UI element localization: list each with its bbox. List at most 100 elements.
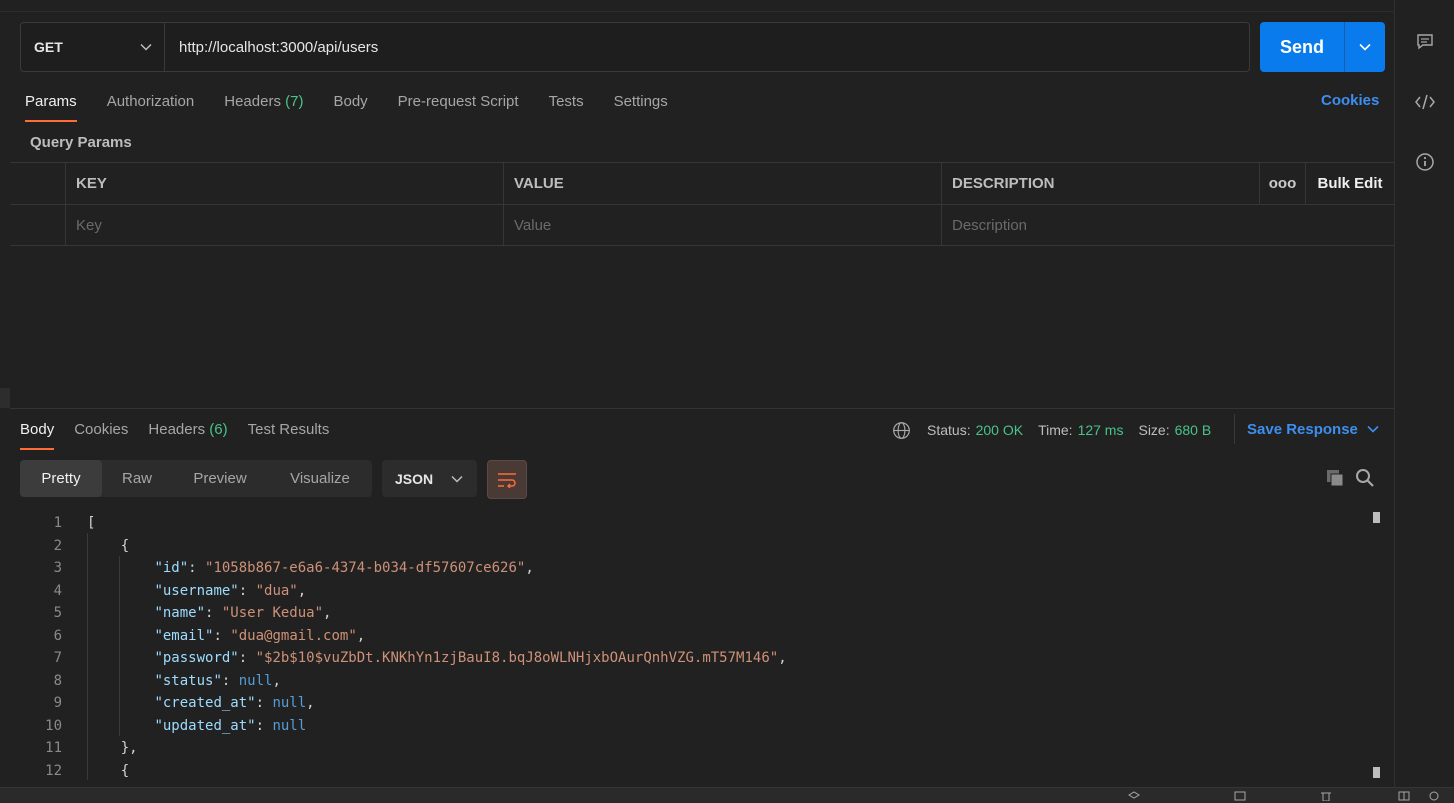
response-meta: Status: 200 OK Time: 127 ms Size: 680 B bbox=[892, 420, 1226, 440]
json-punctuation: { bbox=[120, 762, 130, 779]
wrap-lines-icon bbox=[498, 472, 516, 488]
tab-body[interactable]: Body bbox=[333, 92, 367, 122]
save-response-label: Save Response bbox=[1247, 420, 1358, 438]
params-header-row: KEY VALUE DESCRIPTION ooo Bulk Edit bbox=[10, 162, 1394, 204]
json-string: "User Kedua" bbox=[221, 605, 324, 621]
json-punctuation: , bbox=[272, 672, 281, 689]
footer-runner-icon[interactable] bbox=[1234, 790, 1252, 802]
line-number: 1 bbox=[53, 515, 62, 531]
tab-headers[interactable]: Headers (7) bbox=[224, 92, 303, 122]
code-text: "username": "dua", bbox=[62, 580, 306, 603]
scrollbar-thumb-bottom[interactable] bbox=[1373, 767, 1380, 778]
url-input[interactable] bbox=[165, 23, 1249, 71]
indent-guide bbox=[119, 556, 120, 736]
pane-resize-handle[interactable] bbox=[0, 388, 10, 408]
code-line: 9 "created_at": null, bbox=[30, 692, 1370, 715]
save-response-button[interactable]: Save Response bbox=[1234, 414, 1379, 444]
size-label: Size: bbox=[1138, 422, 1170, 438]
response-body-editor[interactable]: 1[2 {3 "id": "1058b867-e6a6-4374-b034-df… bbox=[30, 512, 1370, 782]
word-wrap-button[interactable] bbox=[487, 460, 527, 499]
cookies-link[interactable]: Cookies bbox=[1321, 92, 1379, 109]
response-tab-test-results[interactable]: Test Results bbox=[248, 420, 330, 450]
method-select[interactable]: GET bbox=[21, 23, 165, 71]
format-select[interactable]: JSON bbox=[382, 460, 477, 497]
json-key: "updated_at" bbox=[154, 717, 256, 734]
response-tab-cookies[interactable]: Cookies bbox=[74, 420, 128, 450]
json-punctuation: : bbox=[255, 717, 273, 734]
code-text: "id": "1058b867-e6a6-4374-b034-df57607ce… bbox=[62, 557, 534, 580]
code-line: 5 "name": "User Kedua", bbox=[30, 602, 1370, 625]
view-pretty[interactable]: Pretty bbox=[20, 460, 102, 497]
request-tabs: Params Authorization Headers (7) Body Pr… bbox=[25, 92, 698, 122]
response-tab-body[interactable]: Body bbox=[20, 420, 55, 450]
line-number: 3 bbox=[53, 560, 62, 576]
more-options-button[interactable]: ooo bbox=[1260, 163, 1306, 204]
line-number: 5 bbox=[53, 605, 62, 621]
footer-help-icon[interactable] bbox=[1428, 790, 1446, 802]
json-punctuation: : bbox=[255, 695, 273, 711]
headers-count: (7) bbox=[285, 93, 304, 110]
time-value: 127 ms bbox=[1077, 422, 1124, 438]
line-number: 9 bbox=[53, 695, 62, 711]
code-line: 10 "updated_at": null bbox=[30, 715, 1370, 738]
json-punctuation: : bbox=[205, 605, 222, 621]
copy-icon[interactable] bbox=[1324, 467, 1346, 489]
description-input[interactable] bbox=[952, 216, 1394, 234]
code-text: }, bbox=[62, 737, 138, 760]
code-icon[interactable] bbox=[1414, 91, 1436, 113]
tab-pre-request-script[interactable]: Pre-request Script bbox=[398, 92, 519, 122]
view-preview[interactable]: Preview bbox=[172, 460, 268, 497]
value-input[interactable] bbox=[514, 216, 941, 234]
view-visualize[interactable]: Visualize bbox=[268, 460, 372, 497]
tab-params[interactable]: Params bbox=[25, 92, 77, 122]
response-tab-headers[interactable]: Headers (6) bbox=[148, 420, 227, 450]
send-options-button[interactable] bbox=[1345, 22, 1385, 72]
code-text: [ bbox=[62, 512, 95, 535]
code-text: "email": "dua@gmail.com", bbox=[62, 625, 365, 648]
json-punctuation: : bbox=[213, 627, 231, 644]
bulk-edit-button[interactable]: Bulk Edit bbox=[1306, 163, 1394, 204]
footer-trash-icon[interactable] bbox=[1320, 790, 1338, 802]
tab-headers-label: Headers bbox=[224, 93, 281, 110]
code-text: "created_at": null, bbox=[62, 692, 315, 715]
search-icon[interactable] bbox=[1354, 467, 1376, 489]
json-string: "$2b$10$vuZbDt.KNKhYn1zjBauI8.bqJ8oWLNHj… bbox=[255, 650, 779, 666]
send-button-group: Send bbox=[1260, 22, 1385, 72]
line-number: 11 bbox=[45, 740, 62, 756]
view-raw[interactable]: Raw bbox=[102, 460, 172, 497]
json-punctuation: [ bbox=[87, 515, 96, 531]
editor-scrollbar[interactable] bbox=[1373, 512, 1381, 780]
globe-icon[interactable] bbox=[892, 421, 911, 440]
footer-bootcamp-icon[interactable] bbox=[1128, 790, 1146, 802]
json-null: null bbox=[238, 672, 273, 689]
description-cell bbox=[942, 205, 1394, 245]
key-input[interactable] bbox=[76, 216, 503, 234]
scrollbar-thumb-top[interactable] bbox=[1373, 512, 1380, 523]
pane-divider[interactable] bbox=[10, 408, 1394, 409]
tab-settings[interactable]: Settings bbox=[614, 92, 668, 122]
json-key: "username" bbox=[154, 582, 239, 599]
comment-icon[interactable] bbox=[1414, 31, 1436, 53]
json-punctuation: , bbox=[306, 695, 315, 711]
send-button[interactable]: Send bbox=[1260, 22, 1345, 72]
size-value: 680 B bbox=[1174, 422, 1212, 438]
json-string: "1058b867-e6a6-4374-b034-df57607ce626" bbox=[205, 560, 526, 576]
method-label: GET bbox=[34, 39, 63, 55]
json-punctuation: }, bbox=[120, 740, 138, 756]
value-cell bbox=[504, 205, 942, 245]
json-punctuation: , bbox=[525, 560, 534, 576]
info-icon[interactable] bbox=[1414, 151, 1436, 173]
json-punctuation: , bbox=[323, 605, 332, 621]
footer-layout-icon[interactable] bbox=[1398, 790, 1416, 802]
top-strip bbox=[0, 0, 1394, 12]
json-punctuation: : bbox=[188, 560, 206, 576]
tab-tests[interactable]: Tests bbox=[549, 92, 584, 122]
description-header: DESCRIPTION bbox=[942, 163, 1260, 204]
json-punctuation: , bbox=[356, 627, 366, 644]
code-line: 12 { bbox=[30, 760, 1370, 783]
json-punctuation: , bbox=[778, 650, 787, 666]
view-mode-selector: Pretty Raw Preview Visualize bbox=[20, 460, 372, 497]
code-line: 4 "username": "dua", bbox=[30, 580, 1370, 603]
response-headers-label: Headers bbox=[148, 421, 206, 438]
tab-authorization[interactable]: Authorization bbox=[107, 92, 195, 122]
